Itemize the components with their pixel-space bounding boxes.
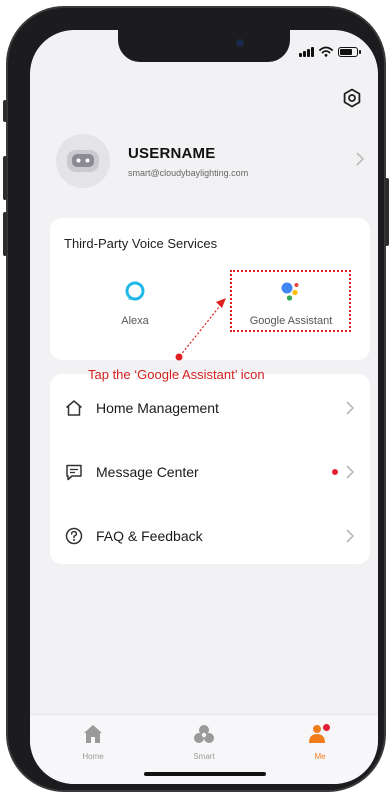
tab-label: Me — [314, 752, 326, 761]
voice-services-title: Third-Party Voice Services — [64, 236, 218, 251]
chevron-right-icon — [346, 529, 354, 543]
settings-button[interactable] — [340, 86, 364, 110]
signal-icon — [299, 46, 314, 57]
notch — [118, 30, 290, 62]
gear-icon — [343, 88, 361, 108]
google-assistant-highlight-box — [230, 270, 351, 332]
status-bar — [299, 46, 361, 57]
camera-icon — [236, 39, 244, 47]
avatar[interactable] — [56, 134, 110, 188]
chevron-right-icon — [346, 465, 354, 479]
wifi-icon — [319, 46, 333, 57]
house-icon — [66, 400, 82, 416]
volume-down-button — [3, 212, 7, 256]
tab-smart[interactable]: Smart — [169, 723, 239, 761]
tab-label: Smart — [193, 752, 215, 761]
mute-switch — [3, 100, 7, 122]
home-icon — [84, 725, 102, 743]
menu-card: Home Management Message Center FAQ & Fee… — [50, 374, 370, 564]
battery-icon — [338, 46, 361, 57]
profile-row[interactable]: USERNAME smart@cloudybaylighting.com — [56, 130, 366, 192]
person-icon — [309, 724, 330, 743]
tab-me[interactable]: Me — [285, 723, 355, 761]
chevron-right-icon — [346, 401, 354, 415]
menu-item-label: FAQ & Feedback — [96, 528, 203, 544]
alexa-label: Alexa — [121, 315, 149, 327]
tab-home[interactable]: Home — [58, 723, 128, 761]
home-indicator — [144, 772, 266, 776]
phone-frame: USERNAME smart@cloudybaylighting.com Thi… — [3, 6, 389, 792]
menu-item-label: Message Center — [96, 464, 199, 480]
menu-item-faq-feedback[interactable]: FAQ & Feedback — [50, 516, 370, 556]
alexa-icon — [125, 281, 145, 301]
question-icon — [65, 527, 83, 545]
unread-badge — [332, 469, 338, 475]
chevron-right-icon — [356, 152, 364, 166]
annotation-text: Tap the ‘Google Assistant’ icon — [88, 367, 265, 382]
power-button — [385, 178, 389, 246]
voice-services-card: Third-Party Voice Services Alexa Google … — [50, 218, 370, 360]
tab-label: Home — [82, 752, 104, 761]
smart-icon — [194, 725, 214, 743]
user-email: smart@cloudybaylighting.com — [128, 167, 249, 178]
menu-item-label: Home Management — [96, 400, 219, 416]
robot-face-icon — [67, 150, 99, 172]
username: USERNAME — [128, 144, 216, 162]
menu-item-message-center[interactable]: Message Center — [50, 452, 370, 492]
app-screen: USERNAME smart@cloudybaylighting.com Thi… — [30, 30, 378, 784]
volume-up-button — [3, 156, 7, 200]
menu-item-home-management[interactable]: Home Management — [50, 388, 370, 428]
alexa-button[interactable]: Alexa — [80, 280, 190, 327]
message-icon — [66, 464, 82, 481]
